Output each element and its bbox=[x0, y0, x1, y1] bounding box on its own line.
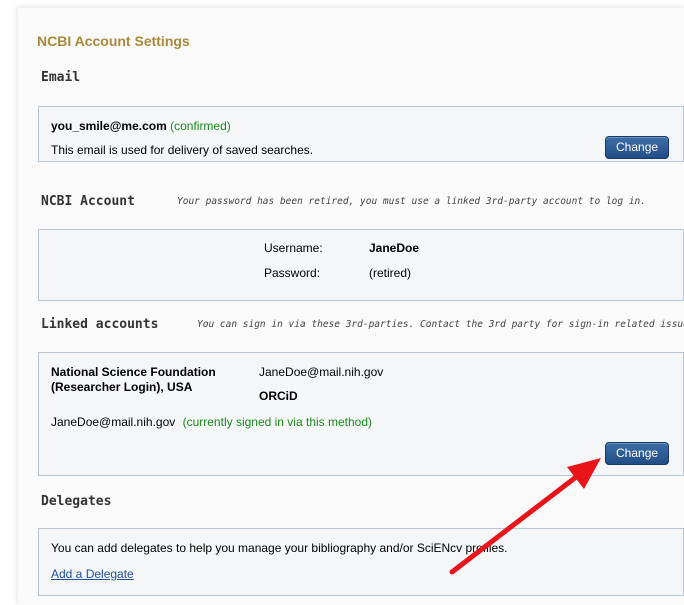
provider-name-line1: National Science Foundation bbox=[51, 365, 216, 379]
page-title: NCBI Account Settings bbox=[37, 33, 190, 49]
email-section-heading: Email bbox=[41, 70, 81, 85]
email-address: you_smile@me.com bbox=[51, 119, 167, 133]
change-email-button[interactable]: Change bbox=[605, 136, 670, 159]
linked-accounts-box: National Science Foundation (Researcher … bbox=[38, 352, 684, 476]
settings-page bbox=[18, 8, 684, 605]
ncbi-account-note: Your password has been retired, you must… bbox=[177, 196, 646, 207]
signed-in-email: JaneDoe@mail.nih.gov bbox=[51, 415, 176, 429]
password-value: (retired) bbox=[369, 266, 412, 280]
delegates-box: You can add delegates to help you manage… bbox=[38, 528, 684, 596]
add-delegate-link[interactable]: Add a Delegate bbox=[51, 567, 134, 581]
email-description: This email is used for delivery of saved… bbox=[51, 143, 314, 157]
email-box: you_smile@me.com (confirmed) This email … bbox=[38, 106, 684, 162]
ncbi-account-heading: NCBI Account bbox=[41, 194, 135, 209]
signed-in-line: JaneDoe@mail.nih.gov (currently signed i… bbox=[51, 415, 372, 429]
signed-in-status: (currently signed in via this method) bbox=[182, 415, 373, 429]
ncbi-account-box: Username: JaneDoe Password: (retired) bbox=[38, 229, 684, 301]
username-value: JaneDoe bbox=[369, 241, 420, 255]
password-label: Password: bbox=[264, 266, 321, 280]
provider-name-line2: (Researcher Login), USA bbox=[51, 380, 193, 394]
linked-accounts-note: You can sign in via these 3rd-parties. C… bbox=[197, 319, 684, 330]
email-confirmed-status: (confirmed) bbox=[170, 119, 231, 133]
provider-email: JaneDoe@mail.nih.gov bbox=[259, 365, 384, 379]
delegates-description: You can add delegates to help you manage… bbox=[51, 541, 508, 555]
email-line: you_smile@me.com (confirmed) bbox=[51, 119, 231, 133]
linked-accounts-heading: Linked accounts bbox=[41, 317, 159, 332]
orcid-label: ORCiD bbox=[259, 389, 298, 403]
delegates-heading: Delegates bbox=[41, 494, 112, 509]
username-label: Username: bbox=[264, 241, 323, 255]
change-linked-account-button[interactable]: Change bbox=[605, 442, 670, 465]
